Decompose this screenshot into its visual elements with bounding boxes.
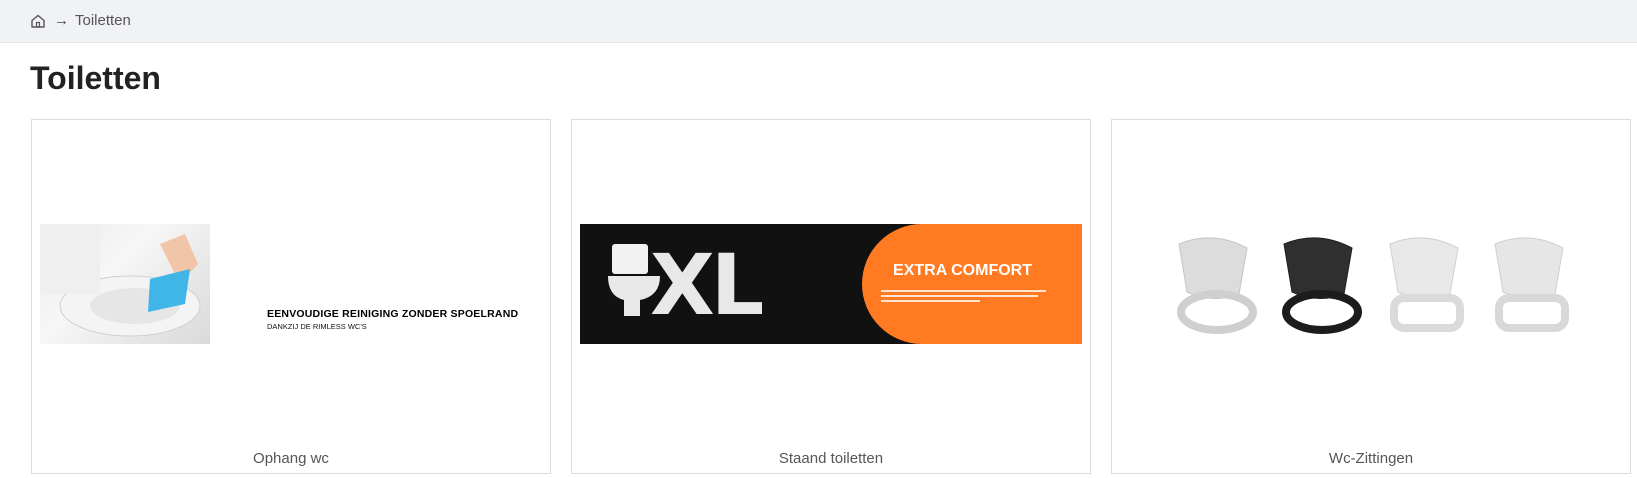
category-banner-image[interactable] <box>1120 224 1622 344</box>
category-card-ophang-wc[interactable]: EENVOUDIGE REINIGING ZONDER SPOELRAND DA… <box>31 119 551 474</box>
category-caption[interactable]: Wc-Zittingen <box>1112 450 1630 467</box>
category-banner-image[interactable]: EENVOUDIGE REINIGING ZONDER SPOELRAND DA… <box>40 224 542 344</box>
breadcrumb-bar: → Toiletten <box>0 0 1637 43</box>
breadcrumb-separator: → <box>54 12 69 29</box>
banner-subheading: DANKZIJ DE RIMLESS WC'S <box>267 322 367 331</box>
orange-panel <box>862 224 1082 344</box>
category-card-staand-toiletten[interactable]: XL EXTRA COMFORT Staand toiletten <box>571 119 1091 474</box>
toilet-seat-icon <box>1282 237 1363 334</box>
toilet-cleaning-photo <box>40 224 210 344</box>
xl-logo: XL <box>650 236 764 334</box>
category-banner-image[interactable]: XL EXTRA COMFORT <box>580 224 1082 344</box>
toilet-seat-icon <box>1176 237 1257 334</box>
category-card-wc-zittingen[interactable]: Wc-Zittingen <box>1111 119 1631 474</box>
toilet-seat-icon <box>1389 237 1464 332</box>
banner-heading: EXTRA COMFORT <box>893 262 1032 279</box>
category-caption[interactable]: Staand toiletten <box>572 450 1090 467</box>
toilet-seat-icon <box>1494 237 1570 332</box>
banner-body-text <box>881 290 1046 302</box>
category-caption[interactable]: Ophang wc <box>32 450 550 467</box>
breadcrumb-current: Toiletten <box>75 12 131 29</box>
home-icon[interactable] <box>30 13 46 29</box>
page-title: Toiletten <box>30 60 161 96</box>
breadcrumb: → Toiletten <box>30 12 131 29</box>
banner-heading: EENVOUDIGE REINIGING ZONDER SPOELRAND <box>267 308 519 320</box>
